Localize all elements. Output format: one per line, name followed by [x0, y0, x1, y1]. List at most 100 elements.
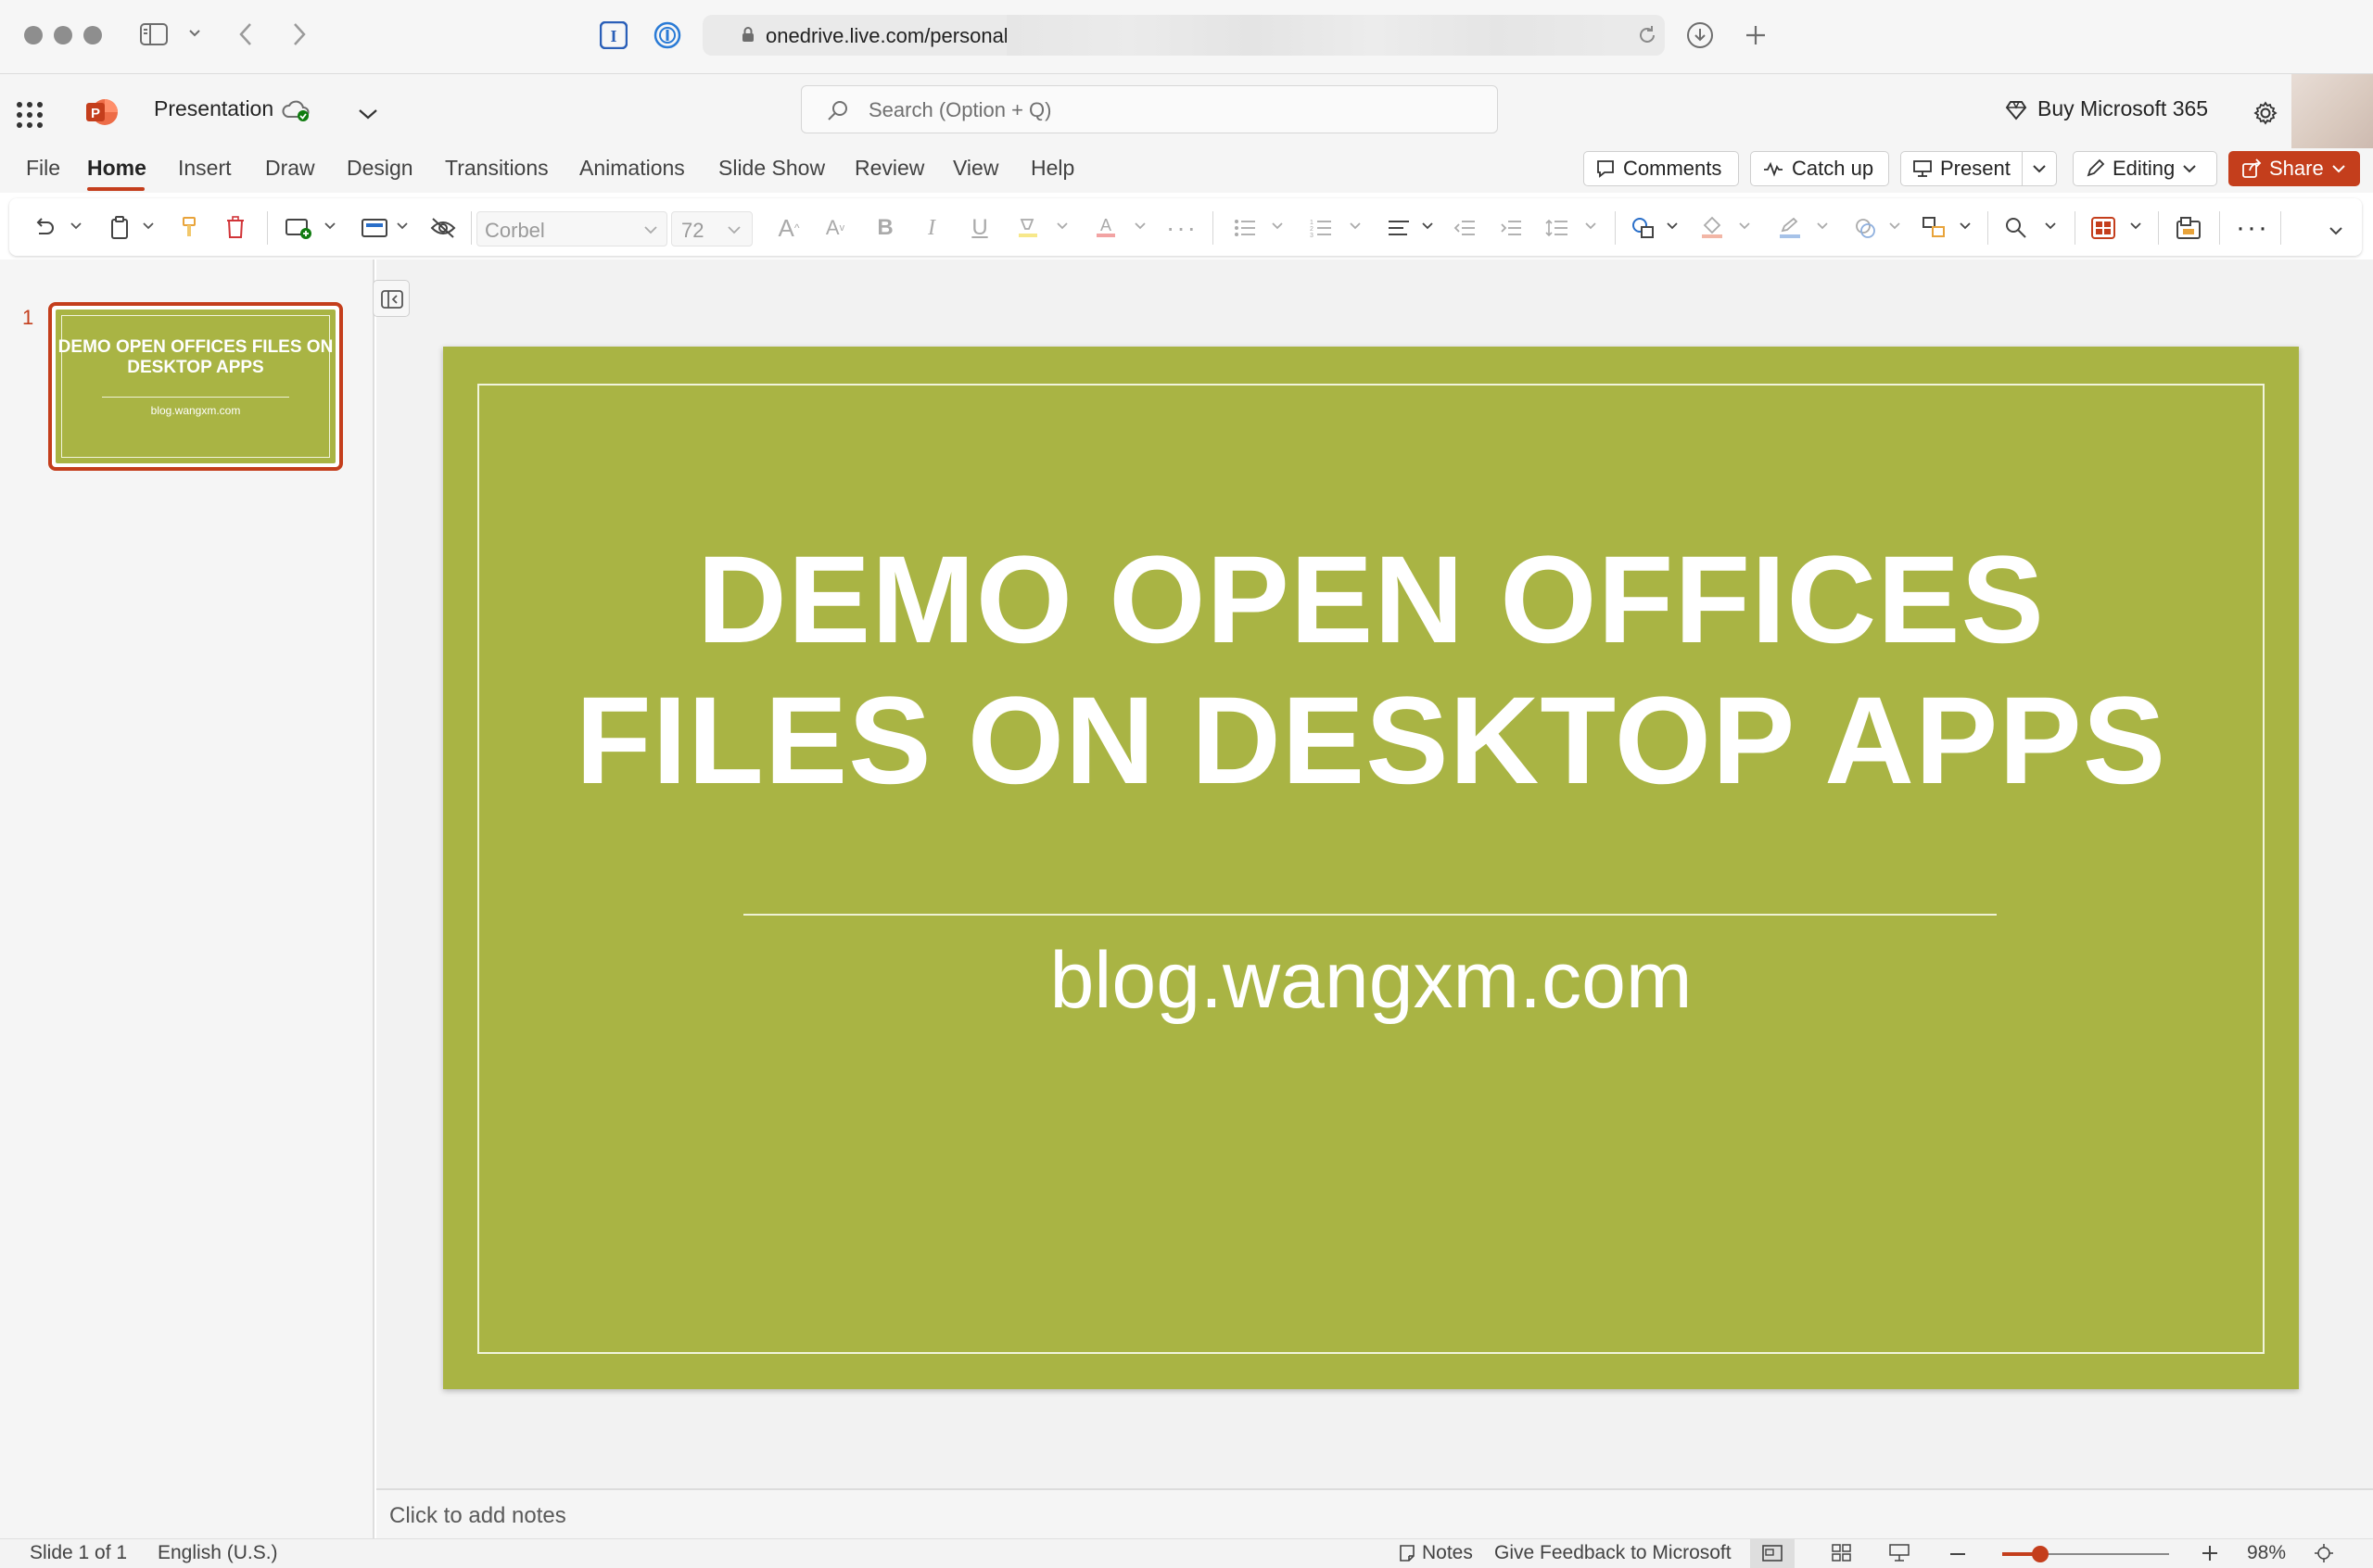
notes-toggle-button[interactable]: Notes: [1398, 1542, 1473, 1564]
delete-icon[interactable]: [221, 213, 250, 243]
numbering-icon[interactable]: 123: [1305, 213, 1337, 243]
italic-icon[interactable]: I: [918, 213, 945, 243]
slide-title[interactable]: DEMO OPEN OFFICES FILES ON DESKTOP APPS: [443, 530, 2299, 812]
slide[interactable]: DEMO OPEN OFFICES FILES ON DESKTOP APPS …: [443, 347, 2299, 1389]
forward-icon[interactable]: [287, 19, 311, 50]
reload-icon[interactable]: [1635, 23, 1659, 47]
tab-view[interactable]: View: [953, 156, 998, 181]
tab-design[interactable]: Design: [347, 156, 413, 181]
designer-icon[interactable]: [2087, 213, 2119, 243]
zoom-percentage[interactable]: 98%: [2247, 1542, 2286, 1564]
back-icon[interactable]: [234, 19, 258, 50]
editing-mode-button[interactable]: Editing: [2073, 151, 2217, 186]
layout-icon[interactable]: [358, 213, 391, 243]
more-options-icon[interactable]: ···: [2234, 212, 2271, 243]
tab-help[interactable]: Help: [1031, 156, 1074, 181]
font-color-icon[interactable]: A: [1090, 213, 1122, 243]
paste-icon[interactable]: [104, 213, 135, 243]
app-launcher-icon[interactable]: [17, 102, 43, 128]
paste-chevron-icon[interactable]: [143, 222, 154, 230]
line-spacing-icon[interactable]: [1542, 213, 1572, 243]
document-menu-chevron-icon[interactable]: [352, 102, 384, 126]
new-tab-icon[interactable]: [1741, 20, 1770, 50]
slide-thumbnail[interactable]: DEMO OPEN OFFICES FILES ON DESKTOP APPS …: [48, 302, 343, 471]
reading-view-icon[interactable]: [1889, 1544, 1910, 1562]
shape-fill-chevron-icon[interactable]: [1739, 222, 1750, 230]
arrange-icon[interactable]: [1919, 213, 1950, 243]
downloads-icon[interactable]: [1685, 20, 1715, 50]
tab-review[interactable]: Review: [855, 156, 924, 181]
format-painter-icon[interactable]: [174, 213, 204, 243]
increase-indent-icon[interactable]: [1496, 213, 1526, 243]
shape-effects-icon[interactable]: [1850, 213, 1882, 243]
shape-outline-chevron-icon[interactable]: [1817, 222, 1828, 230]
arrange-chevron-icon[interactable]: [1960, 222, 1971, 230]
bold-icon[interactable]: B: [871, 213, 899, 243]
designer-chevron-icon[interactable]: [2130, 222, 2141, 230]
sidebar-toggle-icon[interactable]: [137, 20, 171, 48]
line-spacing-chevron-icon[interactable]: [1585, 222, 1596, 230]
highlight-icon[interactable]: [1012, 213, 1044, 243]
grow-font-icon[interactable]: A ^: [773, 213, 805, 243]
zoom-in-icon[interactable]: [2201, 1544, 2219, 1562]
slide-sorter-icon[interactable]: [1832, 1544, 1852, 1562]
fit-to-window-icon[interactable]: [2314, 1543, 2334, 1563]
zoom-out-icon[interactable]: [1948, 1551, 1967, 1557]
hide-slide-icon[interactable]: [426, 213, 460, 243]
buy-microsoft-365-link[interactable]: Buy Microsoft 365: [2037, 96, 2208, 121]
settings-gear-icon[interactable]: [2251, 98, 2280, 128]
comments-button[interactable]: Comments: [1583, 151, 1739, 186]
tab-home[interactable]: Home: [87, 156, 146, 181]
add-in-icon[interactable]: [2173, 213, 2204, 243]
align-chevron-icon[interactable]: [1422, 222, 1433, 230]
shape-fill-icon[interactable]: [1696, 213, 1728, 243]
tab-insert[interactable]: Insert: [178, 156, 232, 181]
language-indicator[interactable]: English (U.S.): [158, 1542, 278, 1564]
undo-chevron-icon[interactable]: [70, 222, 82, 230]
slide-subtitle[interactable]: blog.wangxm.com: [443, 932, 2299, 1029]
shape-outline-icon[interactable]: [1774, 213, 1806, 243]
shape-effects-chevron-icon[interactable]: [1889, 222, 1900, 230]
font-size-select[interactable]: 72: [671, 211, 753, 247]
search-input[interactable]: Search (Option + Q): [801, 85, 1498, 133]
new-slide-chevron-icon[interactable]: [324, 222, 336, 230]
tab-slide-show[interactable]: Slide Show: [718, 156, 825, 181]
present-button[interactable]: Present: [1900, 151, 2023, 186]
shapes-icon[interactable]: [1628, 213, 1659, 243]
shrink-font-icon[interactable]: Av: [819, 213, 851, 243]
font-family-select[interactable]: Corbel: [476, 211, 667, 247]
share-button[interactable]: Share: [2228, 151, 2360, 186]
underline-icon[interactable]: U: [966, 213, 994, 243]
align-icon[interactable]: [1383, 213, 1415, 243]
reader-extension-icon[interactable]: I: [599, 20, 628, 50]
document-title[interactable]: Presentation: [154, 96, 273, 121]
present-options-button[interactable]: [2022, 151, 2057, 186]
shapes-chevron-icon[interactable]: [1667, 222, 1678, 230]
bullets-icon[interactable]: [1229, 213, 1261, 243]
zoom-slider-thumb[interactable]: [2032, 1546, 2049, 1562]
undo-icon[interactable]: [28, 213, 59, 243]
ribbon-expand-chevron-icon[interactable]: [2329, 226, 2343, 235]
tab-draw[interactable]: Draw: [265, 156, 315, 181]
find-chevron-icon[interactable]: [2045, 222, 2056, 230]
sidebar-chevron-down-icon[interactable]: [185, 24, 204, 43]
layout-chevron-icon[interactable]: [397, 222, 408, 230]
window-minimize-button[interactable]: [54, 26, 72, 44]
tab-transitions[interactable]: Transitions: [445, 156, 549, 181]
normal-view-button[interactable]: [1750, 1538, 1795, 1568]
tab-animations[interactable]: Animations: [579, 156, 685, 181]
feedback-link[interactable]: Give Feedback to Microsoft: [1494, 1542, 1732, 1564]
find-icon[interactable]: [2000, 213, 2032, 243]
account-avatar[interactable]: [2291, 74, 2373, 148]
more-font-options-icon[interactable]: ···: [1166, 213, 1198, 243]
bullets-chevron-icon[interactable]: [1272, 222, 1283, 230]
address-bar[interactable]: onedrive.live.com/personal: [703, 15, 1665, 56]
new-slide-icon[interactable]: [282, 213, 315, 243]
notes-pane[interactable]: Click to add notes: [376, 1488, 2373, 1538]
highlight-chevron-icon[interactable]: [1057, 222, 1068, 230]
tab-file[interactable]: File: [26, 156, 60, 181]
window-close-button[interactable]: [24, 26, 43, 44]
catch-up-button[interactable]: Catch up: [1750, 151, 1889, 186]
decrease-indent-icon[interactable]: [1450, 213, 1479, 243]
cloud-saved-icon[interactable]: [280, 96, 311, 124]
